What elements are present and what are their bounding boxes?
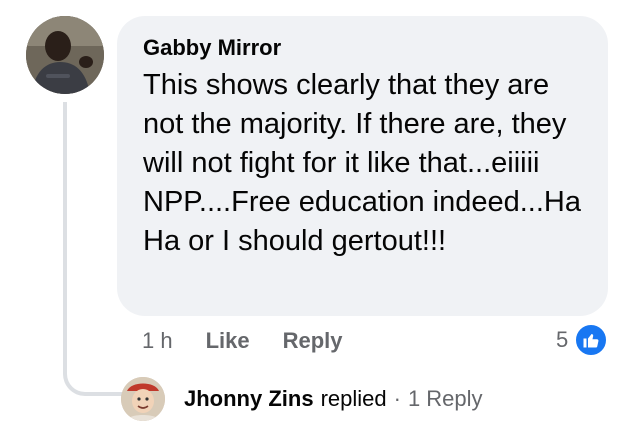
reply-button[interactable]: Reply	[283, 328, 343, 354]
comment-author-name[interactable]: Gabby Mirror	[143, 34, 582, 62]
comment-actions: 1 h Like Reply	[142, 326, 376, 356]
replied-label: replied	[320, 386, 387, 411]
comment-text: This shows clearly that they are not the…	[143, 69, 581, 257]
thread-connector-line	[63, 102, 125, 396]
thumbs-up-icon	[574, 323, 609, 357]
like-button[interactable]: Like	[206, 328, 250, 354]
separator-dot: ·	[393, 386, 401, 411]
reaction-summary[interactable]: 5	[556, 323, 609, 357]
comment-timestamp[interactable]: 1 h	[142, 328, 173, 354]
replier-name: Jhonny Zins	[184, 386, 314, 411]
replier-avatar	[121, 377, 165, 421]
reaction-count: 5	[556, 327, 569, 352]
profile-photo-icon	[26, 16, 104, 94]
comment-bubble: Gabby Mirror This shows clearly that the…	[117, 16, 608, 316]
comment-thread: Gabby Mirror This shows clearly that the…	[0, 0, 640, 422]
commenter-avatar[interactable]	[26, 16, 104, 94]
profile-photo-icon	[121, 377, 165, 421]
reply-count: 1 Reply	[407, 386, 483, 411]
view-replies-link[interactable]: Jhonny Zins replied · 1 Reply	[121, 377, 483, 421]
